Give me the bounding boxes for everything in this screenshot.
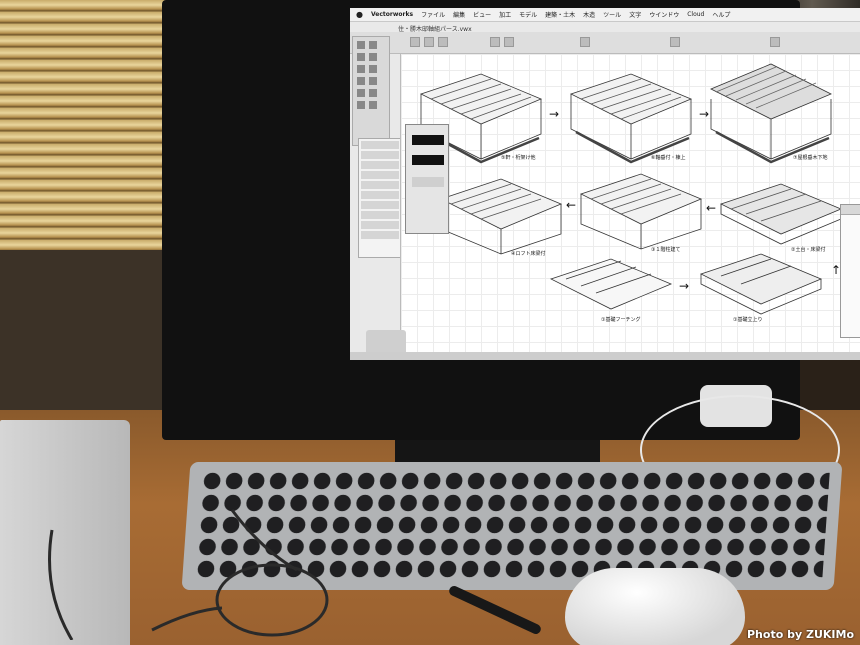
toolbar-button[interactable] xyxy=(580,37,590,47)
fill-swatch[interactable] xyxy=(412,135,444,145)
eyeglasses xyxy=(48,509,329,640)
frame-label: ③１階柱建て xyxy=(651,247,681,253)
toolbar-button[interactable] xyxy=(770,37,780,47)
menu-wood[interactable]: 木造 xyxy=(583,10,595,19)
frame-label: ②土台・床梁付 xyxy=(791,247,826,253)
apple-icon[interactable]: ● xyxy=(356,10,363,19)
tool-icon[interactable] xyxy=(369,101,377,109)
menu-text[interactable]: 文字 xyxy=(629,10,641,19)
toolbar-button[interactable] xyxy=(410,37,420,47)
tool-set-item[interactable] xyxy=(361,181,399,189)
tool-set-item[interactable] xyxy=(361,231,399,239)
frame-wireframe xyxy=(579,173,703,250)
tool-icon[interactable] xyxy=(357,101,365,109)
menu-window[interactable]: ウインドウ xyxy=(649,10,679,19)
menu-model[interactable]: モデル xyxy=(519,10,537,19)
toolbar-button[interactable] xyxy=(424,37,434,47)
arrow-right-icon: → xyxy=(549,107,559,121)
arrow-right-icon: → xyxy=(679,279,689,293)
drawing-canvas[interactable]: → → ← ← → ↑ ↑ ⑤軒・桁架け他 ⑥軸垂付・棟上 ⑦屋根垂木下地 ④ロ… xyxy=(400,54,860,354)
tool-icon[interactable] xyxy=(369,89,377,97)
frame-label: ⑦屋根垂木下地 xyxy=(793,155,828,161)
toolbar-button[interactable] xyxy=(670,37,680,47)
tool-set-item[interactable] xyxy=(361,211,399,219)
tool-set-panel xyxy=(358,138,402,258)
dimension-tool-icon[interactable] xyxy=(369,77,377,85)
menu-tools[interactable]: ツール xyxy=(603,10,621,19)
tool-palette xyxy=(352,36,390,146)
tool-set-item[interactable] xyxy=(361,141,399,149)
tool-set-item[interactable] xyxy=(361,171,399,179)
frame-label: ⑥軸垂付・棟上 xyxy=(651,155,686,161)
arrow-left-icon: ← xyxy=(706,201,716,215)
frame-label: ④ロフト床梁付 xyxy=(511,251,546,257)
tool-set-item[interactable] xyxy=(361,201,399,209)
tool-icon[interactable] xyxy=(357,89,365,97)
selection-tool-icon[interactable] xyxy=(357,41,365,49)
arrow-right-icon: → xyxy=(699,107,709,121)
frame-label: ⑤軒・桁架け他 xyxy=(501,155,536,161)
tool-set-item[interactable] xyxy=(361,161,399,169)
attributes-palette[interactable] xyxy=(405,124,449,234)
menu-view[interactable]: ビュー xyxy=(473,10,491,19)
frame-wireframe xyxy=(439,178,563,255)
palette-header xyxy=(841,205,860,215)
tool-set-item[interactable] xyxy=(361,221,399,229)
pen-swatch[interactable] xyxy=(412,155,444,165)
wall-left xyxy=(0,250,175,425)
monitor-screen: ● Vectorworks ファイル 編集 ビュー 加工 モデル 建築・土木 木… xyxy=(350,8,860,360)
frame-wireframe xyxy=(699,253,823,315)
pan-tool-icon[interactable] xyxy=(369,41,377,49)
frame-wireframe xyxy=(719,183,843,245)
menu-edit[interactable]: 編集 xyxy=(453,10,465,19)
construction-sequence-drawing: → → ← ← → ↑ ↑ xyxy=(419,63,843,315)
tool-set-item[interactable] xyxy=(361,151,399,159)
magic-mouse xyxy=(565,568,745,645)
monitor: ● Vectorworks ファイル 編集 ビュー 加工 モデル 建築・土木 木… xyxy=(162,0,860,440)
line-tool-icon[interactable] xyxy=(357,53,365,61)
photo-scene: ● Vectorworks ファイル 編集 ビュー 加工 モデル 建築・土木 木… xyxy=(0,0,860,645)
frame-label: ①基礎フーチング xyxy=(601,317,641,323)
app-menu-name[interactable]: Vectorworks xyxy=(371,11,413,18)
rectangle-tool-icon[interactable] xyxy=(369,53,377,61)
toolbar-button[interactable] xyxy=(490,37,500,47)
menu-help[interactable]: ヘルプ xyxy=(712,10,730,19)
frame-wireframe xyxy=(569,73,693,164)
toolbar-button[interactable] xyxy=(438,37,448,47)
menu-file[interactable]: ファイル xyxy=(421,10,445,19)
view-toolbar xyxy=(350,32,860,54)
arrow-left-icon: ← xyxy=(566,198,576,212)
menu-bar: ● Vectorworks ファイル 編集 ビュー 加工 モデル 建築・土木 木… xyxy=(350,8,860,22)
status-bar xyxy=(350,352,860,360)
polygon-tool-icon[interactable] xyxy=(369,65,377,73)
menu-cloud[interactable]: Cloud xyxy=(687,11,704,18)
window-blinds xyxy=(0,0,175,250)
tool-set-item[interactable] xyxy=(361,191,399,199)
circle-tool-icon[interactable] xyxy=(357,65,365,73)
text-tool-icon[interactable] xyxy=(357,77,365,85)
frame-label: ①基礎立上り xyxy=(733,317,763,323)
photo-credit: Photo by ZUKIMo xyxy=(747,628,854,641)
toolbar-button[interactable] xyxy=(504,37,514,47)
menu-architecture[interactable]: 建築・土木 xyxy=(545,10,575,19)
navigation-palette[interactable] xyxy=(840,204,860,338)
frame-wireframe xyxy=(710,63,832,164)
opacity-control[interactable] xyxy=(412,177,444,187)
frame-wireframe xyxy=(549,258,673,310)
menu-modify[interactable]: 加工 xyxy=(499,10,511,19)
